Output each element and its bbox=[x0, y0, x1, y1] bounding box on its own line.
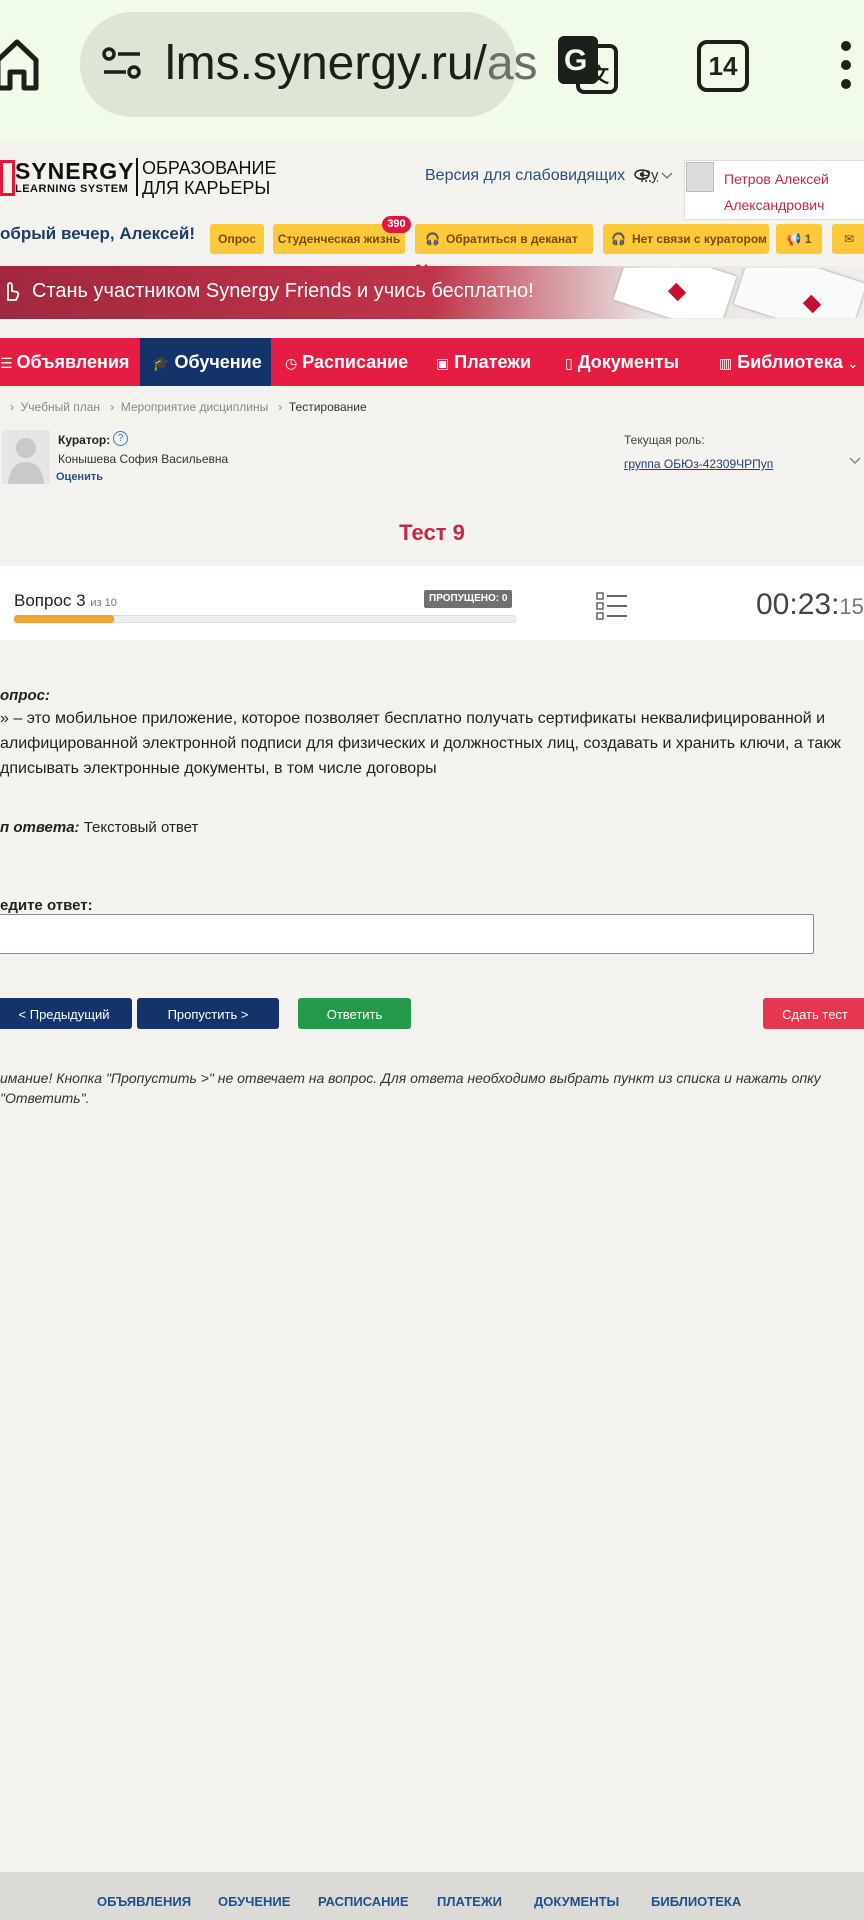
greeting: обрый вечер, Алексей! bbox=[0, 224, 195, 243]
home-icon[interactable] bbox=[0, 36, 40, 92]
chevron-down-icon bbox=[661, 172, 673, 180]
accessibility-link[interactable]: Версия для слабовидящих bbox=[425, 167, 650, 185]
headset-icon: 🎧 bbox=[611, 232, 626, 246]
breadcrumb-item[interactable]: Мероприятие дисциплины bbox=[121, 400, 268, 414]
logo-tagline: ОБРАЗОВАНИЕ ДЛЯ КАРЬЕРЫ bbox=[142, 158, 277, 198]
language-select[interactable]: Ру bbox=[641, 167, 659, 184]
notification-badge: 390 bbox=[382, 216, 411, 233]
skip-button[interactable]: Пропустить > bbox=[137, 998, 279, 1029]
translate-icon[interactable]: G 文 bbox=[556, 34, 618, 94]
curator-name: Конышева София Васильевна bbox=[58, 452, 229, 466]
messages-button[interactable]: ✉ bbox=[832, 224, 864, 254]
logo-synergy-text: SYNERGY bbox=[15, 158, 135, 184]
role-label: Текущая роль: bbox=[624, 433, 705, 447]
nav-item-learning[interactable]: 🎓 Обучение bbox=[152, 338, 262, 386]
curator-avatar bbox=[2, 430, 50, 484]
breadcrumb: › Учебный план › Мероприятие дисциплины … bbox=[10, 400, 367, 414]
breadcrumb-current: Тестирование bbox=[288, 400, 367, 414]
footer-link-documents[interactable]: ДОКУМЕНТЫ bbox=[534, 1894, 619, 1909]
promo-image bbox=[600, 268, 864, 318]
money-icon: ▣ bbox=[436, 355, 450, 371]
answer-label: едите ответ: bbox=[0, 897, 93, 914]
headset-icon: 🎧 bbox=[425, 232, 440, 246]
answer-input[interactable] bbox=[0, 914, 814, 954]
book-icon: ▥ bbox=[719, 355, 733, 371]
nav-item-documents[interactable]: ▯ Документы bbox=[565, 338, 679, 386]
rate-curator-link[interactable]: Оценить bbox=[56, 471, 103, 483]
breadcrumb-item[interactable]: Учебный план bbox=[21, 400, 100, 414]
warning-note: имание! Кнопка "Пропустить >" не отвечае… bbox=[0, 1070, 821, 1106]
pointer-hand-icon bbox=[7, 282, 20, 301]
progress-fill bbox=[14, 615, 114, 623]
nav-item-library[interactable]: ▥ Библиотека ⌄ bbox=[719, 338, 858, 386]
user-name[interactable]: Петров Алексей Александрович bbox=[724, 166, 829, 218]
question-heading: опрос: bbox=[0, 687, 50, 704]
promo-text[interactable]: Стань участником Synergy Friends и учись… bbox=[32, 280, 534, 303]
footer-link-schedule[interactable]: РАСПИСАНИЕ bbox=[318, 1894, 409, 1909]
clock-icon: ◷ bbox=[285, 355, 298, 371]
url-text[interactable]: lms.synergy.ru/as bbox=[165, 36, 538, 91]
role-select[interactable]: группа ОБЮз-42309ЧРПуп bbox=[624, 457, 773, 471]
nav-item-announcements[interactable]: ☰ Объявления bbox=[0, 338, 129, 386]
survey-button[interactable]: Опрос bbox=[210, 224, 264, 254]
list-icon: ☰ bbox=[0, 355, 17, 371]
curator-label: Куратор: bbox=[58, 433, 111, 447]
nav-item-payments[interactable]: ▣ Платежи bbox=[436, 338, 531, 386]
question-text: » – это мобильное приложение, которое по… bbox=[0, 710, 842, 777]
nav-item-schedule[interactable]: ◷ Расписание bbox=[285, 338, 408, 386]
chevron-down-icon: ⌄ bbox=[847, 357, 858, 371]
question-counter: Вопрос 3 из 10 bbox=[14, 591, 117, 610]
announcements-button[interactable]: 📢 1 bbox=[776, 224, 822, 254]
help-icon[interactable]: ? bbox=[113, 431, 128, 446]
browser-menu-icon[interactable] bbox=[836, 38, 856, 92]
site-settings-icon[interactable] bbox=[102, 46, 142, 80]
page-title: Тест 9 bbox=[399, 520, 465, 545]
avatar[interactable] bbox=[686, 162, 714, 192]
question-list-icon[interactable] bbox=[596, 592, 628, 620]
footer-link-learning[interactable]: ОБУЧЕНИЕ bbox=[218, 1894, 290, 1909]
dean-contact-button[interactable]: 🎧Обратиться в деканат 24 bbox=[415, 224, 593, 276]
graduation-cap-icon: 🎓 bbox=[152, 355, 170, 371]
submit-test-button[interactable]: Сдать тест bbox=[763, 998, 864, 1029]
answer-type: п ответа: Текстовый ответ bbox=[0, 819, 199, 836]
chevron-down-icon[interactable] bbox=[849, 457, 861, 465]
envelope-icon: ✉ bbox=[843, 232, 855, 246]
curator-status-button[interactable]: 🎧 Нет связи с куратором bbox=[603, 224, 769, 254]
skipped-badge: ПРОПУЩЕНО: 0 bbox=[424, 590, 513, 608]
footer-link-library[interactable]: БИБЛИОТЕКА bbox=[651, 1894, 741, 1909]
footer-link-payments[interactable]: ПЛАТЕЖИ bbox=[437, 1894, 502, 1909]
megaphone-icon: 📢 bbox=[786, 232, 802, 246]
tab-count-button[interactable]: 14 bbox=[697, 40, 749, 92]
logo-mark bbox=[0, 160, 15, 196]
logo-subtitle: LEARNING SYSTEM bbox=[15, 183, 129, 195]
document-icon: ▯ bbox=[565, 355, 573, 371]
answer-button[interactable]: Ответить bbox=[298, 998, 411, 1029]
svg-text:G: G bbox=[564, 44, 587, 77]
timer: 00:23:15 bbox=[756, 588, 864, 621]
previous-button[interactable]: < Предыдущий bbox=[0, 998, 132, 1029]
svg-text:文: 文 bbox=[589, 63, 610, 87]
logo-divider bbox=[136, 158, 138, 196]
footer-link-announcements[interactable]: ОБЪЯВЛЕНИЯ bbox=[97, 1894, 191, 1909]
